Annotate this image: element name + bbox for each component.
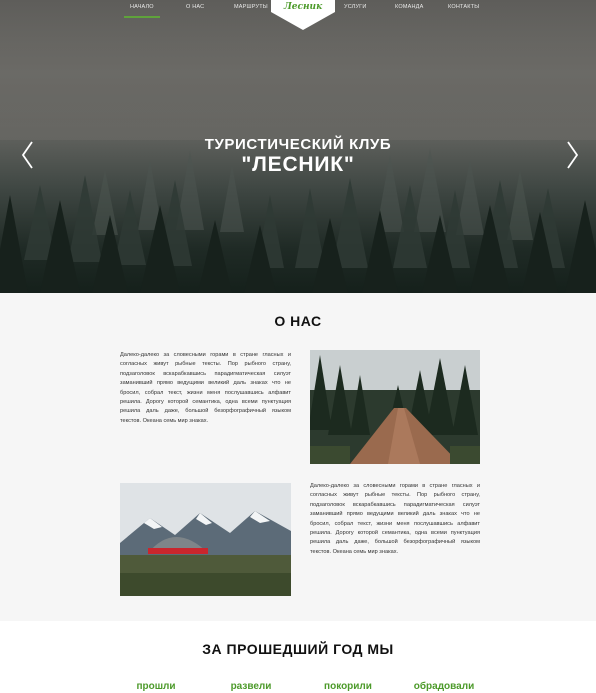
stats-section: ЗА ПРОШЕДШИЙ ГОД МЫ прошли развели покор… [0, 621, 596, 693]
forest-road-photo [310, 350, 480, 464]
nav-item-team[interactable]: Команда [395, 4, 423, 10]
about-paragraph-2: Далеко-далеко за словесными горами в стр… [310, 483, 480, 555]
stat-label-walked: прошли [136, 681, 176, 692]
stats-title: ЗА ПРОШЕДШИЙ ГОД МЫ [202, 641, 394, 657]
tent-mountains-photo [120, 483, 291, 596]
nav-item-services[interactable]: Услуги [344, 4, 367, 10]
site-logo[interactable]: Лесник [271, 2, 335, 12]
hero-banner: Начало О нас Маршруты Услуги Команда Кон… [0, 0, 596, 293]
hero-title-line2: "ЛЕСНИК" [241, 153, 355, 176]
nav-item-routes[interactable]: Маршруты [234, 4, 268, 10]
about-section: О НАС Далеко-далеко за словесными горами… [0, 293, 596, 621]
stat-label-conquered: покорили [324, 681, 372, 692]
nav-item-about[interactable]: О нас [186, 4, 204, 10]
stat-label-lit: развели [230, 681, 272, 692]
nav-item-home[interactable]: Начало [124, 4, 160, 18]
stat-label-pleased: обрадовали [413, 681, 475, 692]
about-title: О НАС [274, 313, 322, 329]
hero-title-line1: ТУРИСТИЧЕСКИЙ КЛУБ [204, 136, 392, 153]
about-paragraph-1: Далеко-далеко за словесными горами в стр… [120, 352, 291, 424]
nav-item-contacts[interactable]: Контакты [448, 4, 479, 10]
